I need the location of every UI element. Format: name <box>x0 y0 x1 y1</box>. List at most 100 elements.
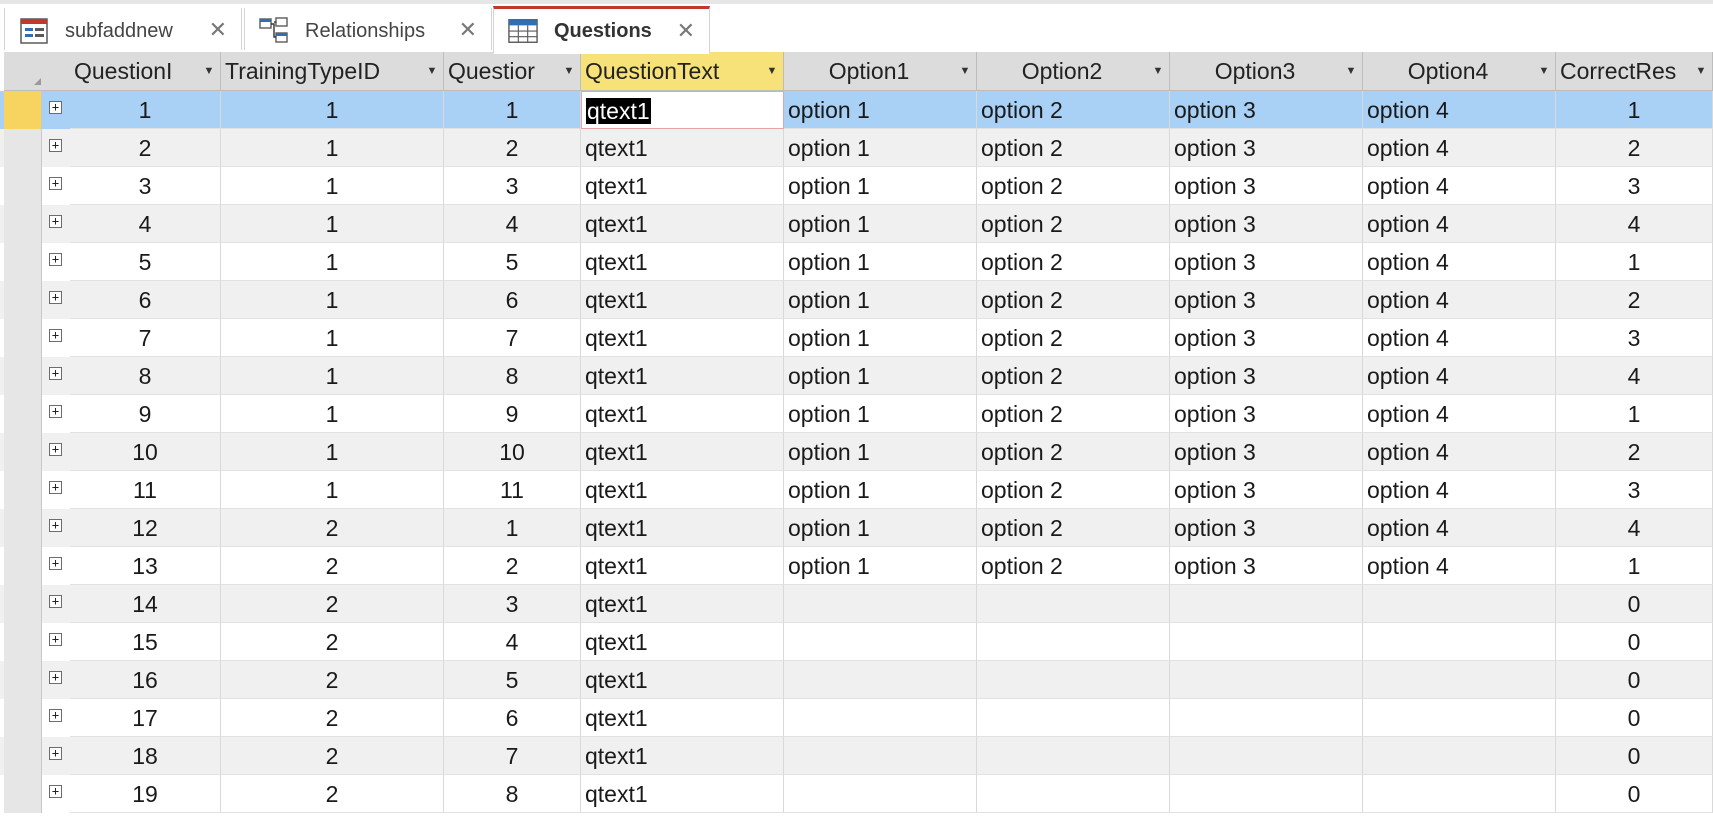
cell-option3[interactable]: option 3 <box>1170 547 1363 585</box>
cell-questiontext[interactable]: qtext1 <box>581 281 784 319</box>
cell-correctres[interactable]: 1 <box>1556 547 1713 585</box>
sort-filter-dropdown-icon[interactable]: ▼ <box>1690 65 1712 77</box>
table-row[interactable]: +10 1 10 qtext1 option 1 option 2 option 3 opti… <box>0 433 1713 471</box>
cell-trainingtypeid[interactable]: 1 <box>221 243 444 281</box>
cell-option2[interactable]: option 2 <box>977 281 1170 319</box>
column-header-option2[interactable]: Option2 ▼ <box>977 52 1170 90</box>
table-row[interactable]: +2 1 2 qtext1 option 1 option 2 option 3 option… <box>0 129 1713 167</box>
cell-questioni[interactable]: 13 <box>70 547 221 585</box>
cell-questioni[interactable]: 10 <box>70 433 221 471</box>
cell-option2[interactable]: option 2 <box>977 547 1170 585</box>
table-row[interactable]: +15 2 4 qtext1 0 <box>0 623 1713 661</box>
sort-filter-dropdown-icon[interactable]: ▼ <box>954 65 976 77</box>
cell-option3[interactable]: option 3 <box>1170 205 1363 243</box>
expand-subdatasheet-icon[interactable]: + <box>49 367 62 380</box>
cell-option2[interactable] <box>977 737 1170 775</box>
cell-questior[interactable]: 2 <box>444 129 581 167</box>
cell-option3[interactable] <box>1170 585 1363 623</box>
sort-filter-dropdown-icon[interactable]: ▼ <box>198 65 220 77</box>
cell-trainingtypeid[interactable]: 2 <box>221 737 444 775</box>
cell-option4[interactable]: option 4 <box>1363 205 1556 243</box>
cell-option2[interactable]: option 2 <box>977 319 1170 357</box>
cell-option4[interactable]: option 4 <box>1363 357 1556 395</box>
expand-subdatasheet-icon[interactable]: + <box>49 481 62 494</box>
cell-questiontext[interactable]: qtext1 <box>581 737 784 775</box>
close-icon[interactable]: ✕ <box>459 19 477 41</box>
cell-questior[interactable]: 3 <box>444 585 581 623</box>
cell-questioni[interactable]: 7 <box>70 319 221 357</box>
table-row[interactable]: +1 1 1 qtext1 option 1 option 2 option 3 option… <box>0 91 1713 129</box>
cell-trainingtypeid[interactable]: 1 <box>221 357 444 395</box>
table-row[interactable]: +19 2 8 qtext1 0 <box>0 775 1713 813</box>
expand-subdatasheet-icon[interactable]: + <box>49 519 62 532</box>
column-header-questiontext[interactable]: QuestionText ▼ <box>581 52 784 90</box>
cell-correctres[interactable]: 1 <box>1556 395 1713 433</box>
cell-correctres[interactable]: 3 <box>1556 167 1713 205</box>
cell-option1[interactable]: option 1 <box>784 471 977 509</box>
cell-option3[interactable]: option 3 <box>1170 509 1363 547</box>
cell-correctres[interactable]: 0 <box>1556 585 1713 623</box>
cell-questioni[interactable]: 8 <box>70 357 221 395</box>
expand-subdatasheet-icon[interactable]: + <box>49 633 62 646</box>
cell-option4[interactable] <box>1363 623 1556 661</box>
expand-subdatasheet-icon[interactable]: + <box>49 557 62 570</box>
column-header-questior[interactable]: Questior ▼ <box>444 52 581 90</box>
expand-subdatasheet-icon[interactable]: + <box>49 709 62 722</box>
cell-option3[interactable]: option 3 <box>1170 91 1363 129</box>
cell-questior[interactable]: 5 <box>444 243 581 281</box>
cell-trainingtypeid[interactable]: 2 <box>221 661 444 699</box>
expand-subdatasheet-icon[interactable]: + <box>49 329 62 342</box>
cell-option3[interactable]: option 3 <box>1170 357 1363 395</box>
table-row[interactable]: +8 1 8 qtext1 option 1 option 2 option 3 option… <box>0 357 1713 395</box>
cell-questiontext[interactable]: qtext1 <box>581 357 784 395</box>
cell-option3[interactable]: option 3 <box>1170 129 1363 167</box>
cell-option3[interactable]: option 3 <box>1170 471 1363 509</box>
cell-questior[interactable]: 9 <box>444 395 581 433</box>
column-header-option3[interactable]: Option3 ▼ <box>1170 52 1363 90</box>
cell-option1[interactable] <box>784 585 977 623</box>
cell-questioni[interactable]: 17 <box>70 699 221 737</box>
cell-option1[interactable]: option 1 <box>784 547 977 585</box>
cell-questior[interactable]: 3 <box>444 167 581 205</box>
cell-questioni[interactable]: 16 <box>70 661 221 699</box>
cell-correctres[interactable]: 2 <box>1556 129 1713 167</box>
row-selector[interactable] <box>4 357 42 395</box>
expand-subdatasheet-icon[interactable]: + <box>49 405 62 418</box>
cell-option3[interactable] <box>1170 623 1363 661</box>
cell-questior[interactable]: 6 <box>444 281 581 319</box>
cell-trainingtypeid[interactable]: 2 <box>221 623 444 661</box>
cell-questioni[interactable]: 5 <box>70 243 221 281</box>
column-header-option1[interactable]: Option1 ▼ <box>784 52 977 90</box>
cell-questior[interactable]: 7 <box>444 319 581 357</box>
cell-option2[interactable] <box>977 699 1170 737</box>
row-selector[interactable] <box>4 319 42 357</box>
cell-option3[interactable]: option 3 <box>1170 433 1363 471</box>
table-row[interactable]: +14 2 3 qtext1 0 <box>0 585 1713 623</box>
expand-subdatasheet-icon[interactable]: + <box>49 291 62 304</box>
table-row[interactable]: +9 1 9 qtext1 option 1 option 2 option 3 option… <box>0 395 1713 433</box>
row-selector[interactable] <box>4 699 42 737</box>
cell-questior[interactable]: 1 <box>444 91 581 129</box>
column-header-questioni[interactable]: QuestionI ▼ <box>70 52 221 90</box>
cell-correctres[interactable]: 1 <box>1556 91 1713 129</box>
cell-option1[interactable] <box>784 737 977 775</box>
row-selector[interactable] <box>4 433 42 471</box>
tab-questions[interactable]: Questions ✕ <box>493 6 710 54</box>
column-header-correctres[interactable]: CorrectRes ▼ <box>1556 52 1713 90</box>
cell-trainingtypeid[interactable]: 1 <box>221 395 444 433</box>
row-selector[interactable] <box>4 129 42 167</box>
column-header-option4[interactable]: Option4 ▼ <box>1363 52 1556 90</box>
cell-trainingtypeid[interactable]: 1 <box>221 129 444 167</box>
row-selector[interactable] <box>4 395 42 433</box>
row-selector[interactable] <box>4 775 42 813</box>
cell-option4[interactable] <box>1363 737 1556 775</box>
expand-subdatasheet-icon[interactable]: + <box>49 101 62 114</box>
cell-correctres[interactable]: 0 <box>1556 737 1713 775</box>
expand-subdatasheet-icon[interactable]: + <box>49 139 62 152</box>
cell-questiontext[interactable]: qtext1 <box>581 471 784 509</box>
sort-filter-dropdown-icon[interactable]: ▼ <box>761 65 783 77</box>
cell-questior[interactable]: 8 <box>444 357 581 395</box>
table-row[interactable]: +4 1 4 qtext1 option 1 option 2 option 3 option… <box>0 205 1713 243</box>
cell-questioni[interactable]: 4 <box>70 205 221 243</box>
cell-questior[interactable]: 5 <box>444 661 581 699</box>
